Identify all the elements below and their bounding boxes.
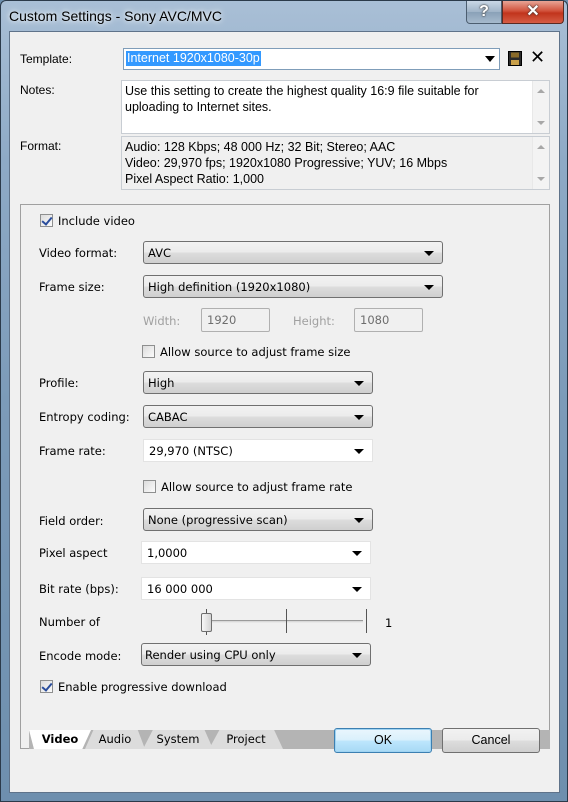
chevron-down-icon <box>354 415 364 420</box>
window-title: Custom Settings - Sony AVC/MVC <box>9 8 222 24</box>
tab-system-label: System <box>156 732 200 746</box>
tab-video-label: Video <box>41 732 79 746</box>
notes-textarea[interactable]: Use this setting to create the highest q… <box>121 80 550 134</box>
slider-track[interactable] <box>207 620 363 623</box>
chevron-down-icon <box>424 251 434 256</box>
slider-tick <box>366 609 367 633</box>
notes-text: Use this setting to create the highest q… <box>125 84 479 114</box>
scroll-up-icon[interactable] <box>537 145 545 149</box>
field-order-value: None (progressive scan) <box>148 513 288 527</box>
chevron-down-icon[interactable] <box>354 449 364 454</box>
width-label: Width: <box>143 314 181 328</box>
video-format-dropdown[interactable]: AVC <box>143 241 443 264</box>
bit-rate-combo[interactable]: 16 000 000 <box>141 577 371 600</box>
frame-size-dropdown[interactable]: High definition (1920x1080) <box>143 275 443 298</box>
video-format-value: AVC <box>148 246 172 260</box>
allow-frame-rate-label: Allow source to adjust frame rate <box>161 480 353 494</box>
entropy-coding-value: CABAC <box>148 410 188 424</box>
format-label: Format: <box>20 139 62 153</box>
notes-scrollbar[interactable] <box>532 81 549 133</box>
template-label: Template: <box>20 52 73 66</box>
height-field: 1080 <box>354 308 423 332</box>
tab-video[interactable]: Video <box>29 730 91 749</box>
pixel-aspect-combo[interactable]: 1,0000 <box>141 541 371 564</box>
chevron-down-icon[interactable] <box>352 587 362 592</box>
tab-project[interactable]: Project <box>209 730 283 749</box>
frame-rate-combo[interactable]: 29,970 (NTSC) <box>143 439 373 462</box>
floppy-disk-icon[interactable] <box>508 51 522 66</box>
pixel-aspect-label: Pixel aspect <box>39 546 108 560</box>
include-video-label: Include video <box>58 214 135 228</box>
progressive-download-label: Enable progressive download <box>58 680 227 694</box>
tab-audio[interactable]: Audio <box>85 730 145 749</box>
frame-rate-label: Frame rate: <box>39 444 106 458</box>
entropy-coding-label: Entropy coding: <box>39 410 130 424</box>
allow-frame-rate-checkbox[interactable] <box>143 480 156 493</box>
chevron-down-icon <box>424 285 434 290</box>
chevron-down-icon <box>352 653 362 658</box>
number-of-value: 1 <box>385 616 393 630</box>
slider-thumb[interactable] <box>201 613 212 632</box>
field-order-dropdown[interactable]: None (progressive scan) <box>143 508 373 531</box>
number-of-label: Number of <box>39 615 100 629</box>
slider-tick <box>286 609 287 633</box>
format-scrollbar[interactable] <box>532 137 549 189</box>
ok-button[interactable]: OK <box>334 728 432 753</box>
frame-size-label: Frame size: <box>39 280 105 294</box>
cancel-button[interactable]: Cancel <box>442 728 540 753</box>
help-icon: ? <box>479 3 489 20</box>
bit-rate-label: Bit rate (bps): <box>39 582 119 596</box>
format-line: Video: 29,970 fps; 1920x1080 Progressive… <box>125 156 448 170</box>
template-combo[interactable]: Internet 1920x1080-30p <box>123 48 500 70</box>
entropy-coding-dropdown[interactable]: CABAC <box>143 405 373 428</box>
bit-rate-value[interactable]: 16 000 000 <box>147 582 213 596</box>
profile-label: Profile: <box>39 376 79 390</box>
video-format-label: Video format: <box>39 246 118 260</box>
delete-x-icon[interactable]: ✕ <box>530 47 545 67</box>
chevron-down-icon <box>354 381 364 386</box>
scroll-up-icon[interactable] <box>537 89 545 93</box>
video-settings-panel: Include video Video format: AVC Frame si… <box>20 204 550 749</box>
pixel-aspect-value[interactable]: 1,0000 <box>147 546 187 560</box>
format-textarea: Audio: 128 Kbps; 48 000 Hz; 32 Bit; Ster… <box>121 136 550 190</box>
chevron-down-icon[interactable] <box>352 551 362 556</box>
profile-dropdown[interactable]: High <box>143 371 373 394</box>
tab-project-label: Project <box>226 732 266 746</box>
format-line: Audio: 128 Kbps; 48 000 Hz; 32 Bit; Ster… <box>125 140 396 154</box>
encode-mode-label: Encode mode: <box>39 649 122 663</box>
scroll-down-icon[interactable] <box>537 177 545 181</box>
scroll-down-icon[interactable] <box>537 121 545 125</box>
title-bar[interactable]: Custom Settings - Sony AVC/MVC ? ✕ <box>1 1 567 31</box>
height-label: Height: <box>293 314 335 328</box>
dialog-window: Custom Settings - Sony AVC/MVC ? ✕ Templ… <box>0 0 568 802</box>
chevron-down-icon[interactable] <box>485 56 495 62</box>
tab-audio-label: Audio <box>98 732 132 746</box>
close-button[interactable]: ✕ <box>502 1 564 24</box>
height-value: 1080 <box>360 313 390 327</box>
encode-mode-dropdown[interactable]: Render using CPU only <box>141 643 371 666</box>
tab-system[interactable]: System <box>143 730 213 749</box>
allow-frame-size-checkbox[interactable] <box>142 345 155 358</box>
notes-label: Notes: <box>20 83 55 97</box>
chevron-down-icon <box>354 518 364 523</box>
frame-rate-value[interactable]: 29,970 (NTSC) <box>149 444 233 458</box>
help-button[interactable]: ? <box>466 1 502 24</box>
progressive-download-checkbox[interactable] <box>40 680 53 693</box>
format-line: Pixel Aspect Ratio: 1,000 <box>125 172 264 186</box>
frame-size-value: High definition (1920x1080) <box>148 280 311 294</box>
dialog-client: Template: Internet 1920x1080-30p ✕ Notes… <box>9 31 560 793</box>
allow-frame-size-label: Allow source to adjust frame size <box>160 345 351 359</box>
close-icon: ✕ <box>526 3 540 20</box>
encode-mode-value: Render using CPU only <box>145 648 276 662</box>
template-value[interactable]: Internet 1920x1080-30p <box>126 51 261 66</box>
field-order-label: Field order: <box>39 514 104 528</box>
width-value: 1920 <box>207 313 237 327</box>
width-field: 1920 <box>201 308 270 332</box>
profile-value: High <box>148 376 175 390</box>
include-video-checkbox[interactable] <box>40 214 53 227</box>
